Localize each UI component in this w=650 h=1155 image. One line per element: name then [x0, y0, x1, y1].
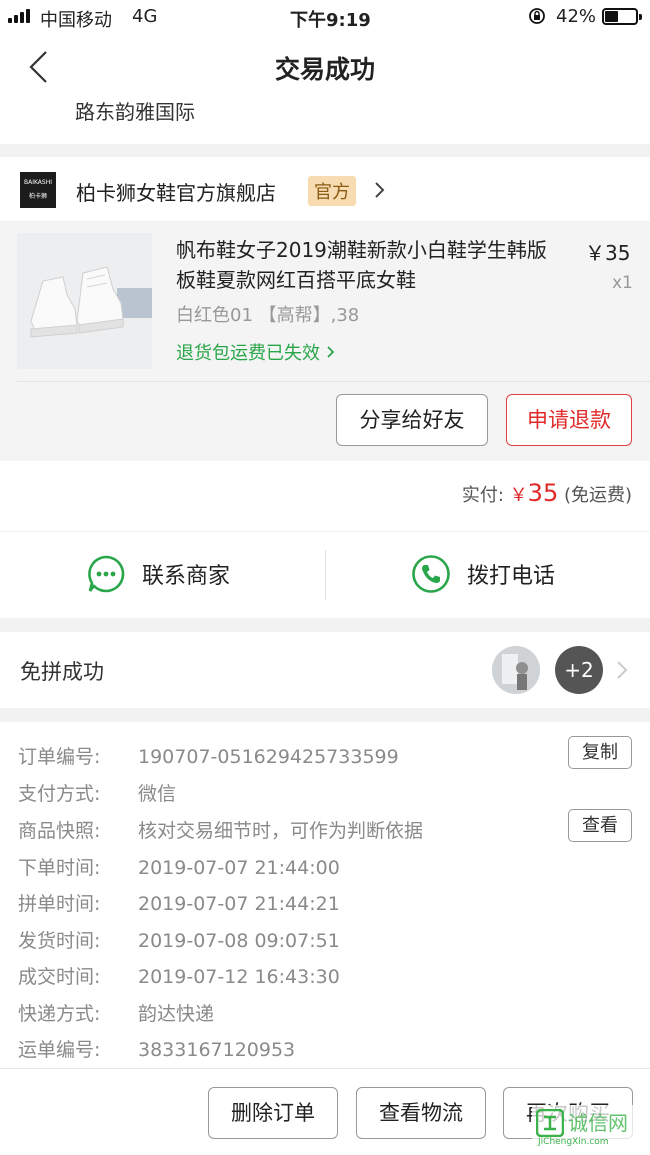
info-row-deal-time: 成交时间: 2019-07-12 16:43:30 — [18, 966, 340, 988]
product-name[interactable]: 帆布鞋女子2019潮鞋新款小白鞋学生韩版板鞋夏款网红百搭平底女鞋 — [176, 235, 556, 295]
order-info: 订单编号: 190707-051629425733599 支付方式: 微信 商品快照… — [0, 722, 650, 1068]
shop-logo-sub: 柏卡狮 — [28, 193, 47, 200]
watermark: 诚信网 JiChengXin.com — [532, 1105, 646, 1151]
chevron-right-icon — [375, 182, 385, 198]
product-price: ￥35 — [585, 241, 631, 265]
battery-percent: 42% — [556, 6, 597, 27]
info-row-snapshot: 商品快照: 核对交易细节时，可作为判断依据 — [18, 820, 424, 842]
group-status-title: 免拼成功 — [20, 660, 104, 684]
carrier-label: 中国移动 — [40, 10, 112, 31]
divider — [325, 550, 326, 600]
info-row-courier: 快递方式: 韵达快递 — [18, 1003, 215, 1025]
info-row-ship-time: 发货时间: 2019-07-08 09:07:51 — [18, 930, 340, 952]
contact-merchant-button[interactable]: 联系商家 — [86, 554, 230, 594]
product-card: 帆布鞋女子2019潮鞋新款小白鞋学生韩版板鞋夏款网红百搭平底女鞋 ￥35 x1 … — [0, 221, 650, 461]
nav-header: 交易成功 路东韵雅国际 — [0, 34, 650, 144]
chevron-right-icon — [327, 346, 335, 358]
info-row-tracking-no: 运单编号: 3833167120953 — [18, 1039, 296, 1061]
group-buy-row[interactable]: 免拼成功 +2 — [0, 632, 650, 708]
battery-icon — [602, 8, 642, 25]
refund-shipping-note[interactable]: 退货包运费已失效 — [176, 339, 336, 365]
info-row-order-time: 下单时间: 2019-07-07 21:44:00 — [18, 857, 340, 879]
info-row-order-no: 订单编号: 190707-051629425733599 — [18, 746, 399, 768]
official-badge: 官方 — [308, 176, 356, 206]
contact-merchant-label: 联系商家 — [142, 564, 231, 589]
signal-icon — [8, 9, 30, 23]
payment-label: 实付: — [461, 485, 504, 506]
avatar — [492, 646, 540, 694]
share-button[interactable]: 分享给好友 — [336, 394, 488, 446]
shop-logo: BAIKASHI 柏卡狮 — [20, 172, 56, 208]
watermark-sub: JiChengXin.com — [538, 1137, 609, 1147]
chevron-right-icon — [617, 661, 628, 679]
refund-shipping-text: 退货包运费已失效 — [176, 343, 320, 364]
payment-amount: 35 — [527, 479, 559, 507]
apply-refund-button[interactable]: 申请退款 — [506, 394, 632, 446]
payment-currency: ￥ — [509, 485, 528, 506]
page-title: 交易成功 — [274, 55, 375, 84]
copy-order-no-button[interactable]: 复制 — [568, 736, 632, 769]
watermark-logo-icon — [536, 1109, 564, 1137]
product-spec: 白红色01 【高帮】,38 — [176, 305, 360, 326]
view-logistics-button[interactable]: 查看物流 — [356, 1087, 486, 1139]
bottom-action-bar: 删除订单 查看物流 再次购买 诚信网 JiChengXin.com — [0, 1068, 650, 1155]
payment-summary: 实付: ￥35 (免运费) — [462, 479, 632, 507]
shop-name: 柏卡狮女鞋官方旗舰店 — [76, 181, 276, 205]
phone-icon — [412, 555, 450, 593]
clock: 下午9:19 — [290, 10, 371, 31]
shop-row[interactable]: BAIKASHI 柏卡狮 柏卡狮女鞋官方旗舰店 官方 — [0, 157, 650, 221]
call-phone-label: 拨打电话 — [467, 564, 556, 589]
divider — [17, 381, 650, 382]
shop-logo-text: BAIKASHI — [23, 179, 52, 186]
delete-order-button[interactable]: 删除订单 — [208, 1087, 338, 1139]
product-qty: x1 — [612, 273, 633, 293]
view-snapshot-button[interactable]: 查看 — [568, 809, 632, 842]
chat-bubble-icon — [88, 555, 125, 593]
product-image[interactable] — [17, 233, 152, 369]
rotation-lock-icon — [528, 7, 546, 30]
avatar-more-count: +2 — [555, 646, 603, 694]
network-label: 4G — [132, 6, 158, 27]
call-phone-button[interactable]: 拨打电话 — [411, 554, 555, 594]
watermark-text: 诚信网 — [568, 1111, 628, 1135]
shipping-address: 路东韵雅国际 — [75, 100, 195, 124]
shipping-free-note: (免运费) — [563, 485, 632, 506]
info-row-pay-method: 支付方式: 微信 — [18, 783, 177, 805]
contact-bar: 联系商家 拨打电话 — [0, 532, 650, 618]
status-bar: 中国移动 4G 下午9:19 42% — [0, 0, 650, 34]
payment-row: 实付: ￥35 (免运费) — [0, 461, 650, 531]
info-row-group-time: 拼单时间: 2019-07-07 21:44:21 — [18, 893, 340, 915]
